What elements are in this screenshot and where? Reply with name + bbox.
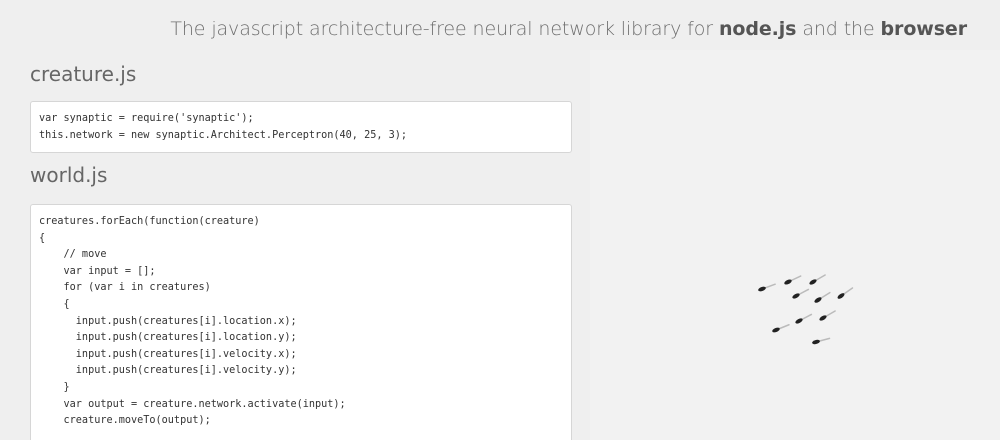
code-line: for (var i in creatures) bbox=[39, 282, 211, 294]
code-line: { bbox=[39, 298, 70, 310]
creature-icon bbox=[795, 313, 813, 324]
code-line: // move bbox=[39, 249, 107, 261]
creature-icon bbox=[819, 310, 836, 321]
code-line: this.network = new synaptic.Architect.Pe… bbox=[39, 129, 408, 141]
code-line: input.push(creatures[i].location.y); bbox=[39, 332, 297, 344]
code-line: { bbox=[39, 232, 46, 244]
code-line: input.push(creatures[i].location.x); bbox=[39, 315, 297, 327]
code-line: creatures.forEach(function(creature) bbox=[39, 216, 260, 227]
creature-icon bbox=[809, 274, 826, 285]
creature-icon bbox=[792, 288, 810, 299]
tagline-browser: browser bbox=[880, 18, 968, 40]
page: The javascript architecture-free neural … bbox=[0, 0, 1000, 440]
creature-icon bbox=[784, 275, 802, 285]
code-line: var synaptic = require('synaptic'); bbox=[39, 113, 254, 124]
creature-icon bbox=[758, 283, 776, 292]
creature-icon bbox=[772, 324, 790, 333]
world-code-block[interactable]: creatures.forEach(function(creature) { /… bbox=[30, 204, 572, 440]
code-line: var output = creature.network.activate(i… bbox=[39, 398, 346, 410]
tagline-prefix: The javascript architecture-free neural … bbox=[170, 18, 713, 40]
tagline: The javascript architecture-free neural … bbox=[170, 18, 967, 40]
tagline-nodejs: node.js bbox=[718, 18, 797, 40]
creature-icon bbox=[837, 287, 854, 299]
world-section-title: world.js bbox=[30, 163, 108, 187]
simulation-svg bbox=[758, 274, 854, 345]
code-line: var input = []; bbox=[39, 265, 156, 277]
tagline-middle: and the bbox=[802, 18, 875, 40]
creature-code-block[interactable]: var synaptic = require('synaptic'); this… bbox=[30, 101, 572, 153]
creature-icon bbox=[814, 291, 831, 303]
code-line: creature.moveTo(output); bbox=[39, 415, 211, 427]
code-line: input.push(creatures[i].velocity.y); bbox=[39, 365, 297, 377]
creature-simulation-canvas bbox=[590, 50, 1000, 440]
creature-icon bbox=[812, 337, 831, 345]
creature-section-title: creature.js bbox=[30, 62, 137, 86]
code-line: } bbox=[39, 381, 70, 393]
code-line: input.push(creatures[i].velocity.x); bbox=[39, 348, 297, 360]
